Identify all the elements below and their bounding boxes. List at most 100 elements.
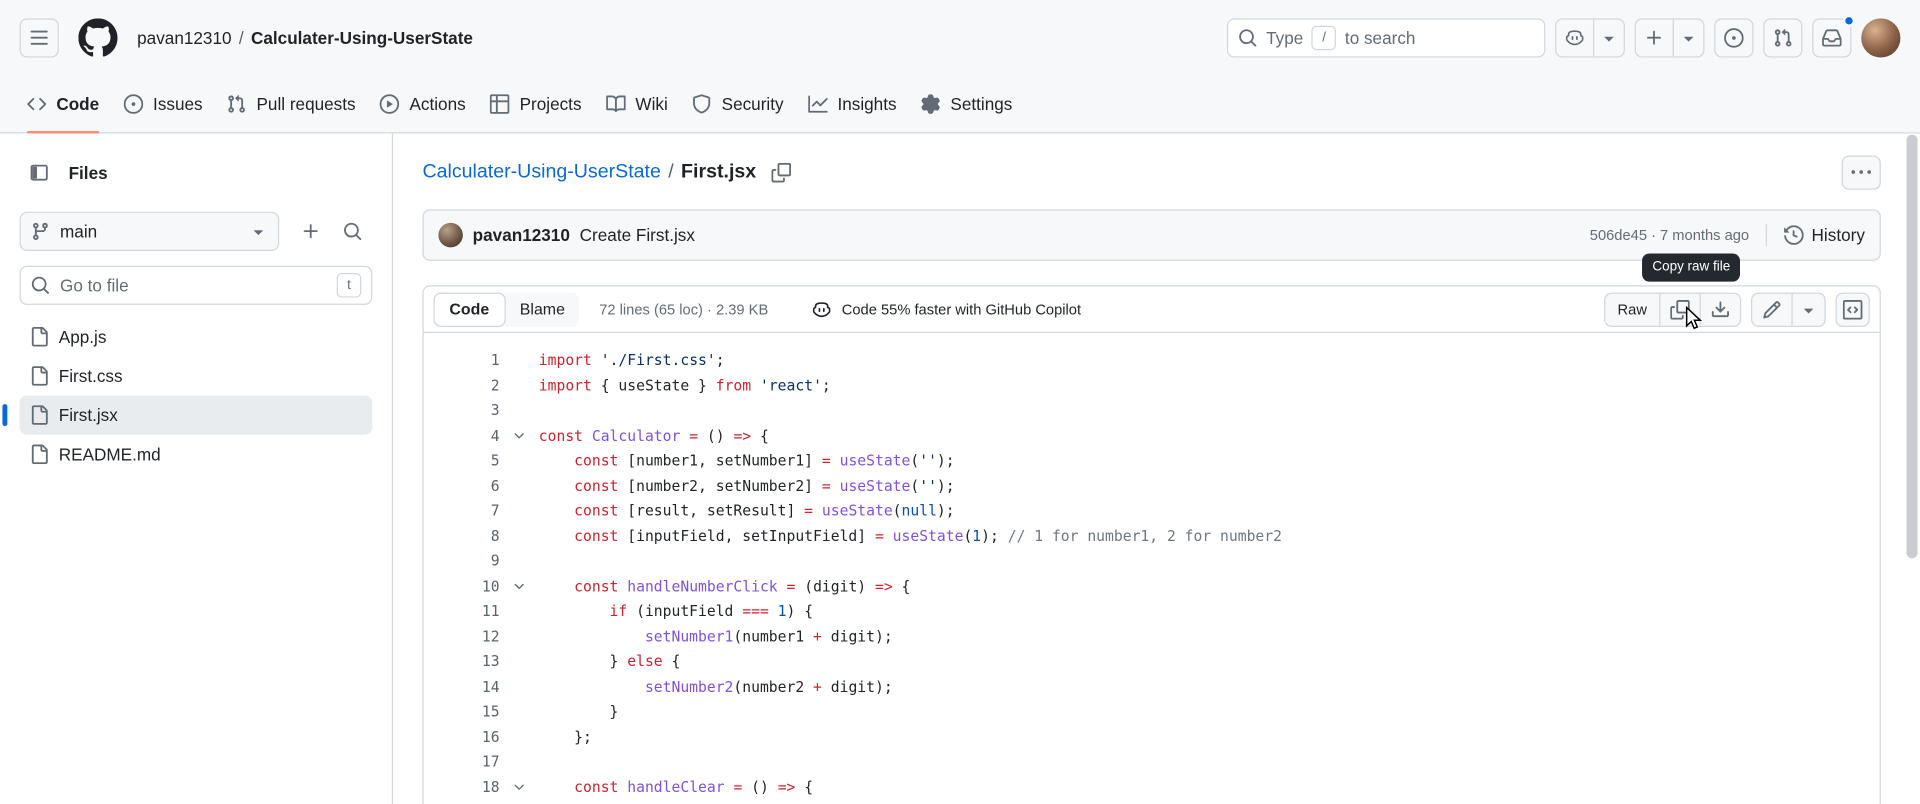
tab-settings[interactable]: Settings — [909, 76, 1025, 132]
fold-toggle[interactable] — [500, 780, 539, 795]
copy-path-button[interactable] — [770, 162, 791, 183]
issues-dashboard-button[interactable] — [1714, 18, 1754, 58]
breadcrumb-owner-link[interactable]: pavan12310 — [137, 28, 231, 48]
line-number[interactable]: 10 — [424, 574, 500, 599]
line-number[interactable]: 11 — [424, 599, 500, 624]
book-icon — [606, 95, 626, 113]
edit-file-button[interactable] — [1752, 293, 1791, 325]
code-tab[interactable]: Code — [433, 292, 506, 327]
user-avatar[interactable] — [1861, 18, 1901, 58]
tab-label: Actions — [409, 94, 466, 114]
tab-issues[interactable]: Issues — [111, 76, 214, 132]
line-number[interactable]: 15 — [424, 699, 500, 724]
file-breadcrumb-filename: First.jsx — [681, 161, 757, 183]
history-label: History — [1811, 225, 1865, 245]
collapse-sidebar-button[interactable] — [20, 153, 59, 192]
raw-button[interactable]: Raw — [1605, 293, 1659, 325]
line-number[interactable]: 14 — [424, 674, 500, 699]
line-number[interactable]: 4 — [424, 423, 500, 448]
copilot-icon — [813, 301, 831, 317]
file-tree-item-first.jsx[interactable]: First.jsx — [2, 395, 373, 435]
chevron-down-icon — [514, 432, 524, 439]
code-text: const handleClear = () => { — [574, 778, 814, 796]
blame-tab[interactable]: Blame — [505, 292, 580, 326]
git-pull-request-icon — [228, 95, 246, 113]
line-number[interactable]: 8 — [424, 523, 500, 548]
line-number[interactable]: 1 — [424, 348, 500, 373]
t-key-hint: t — [336, 273, 362, 298]
line-number[interactable]: 5 — [424, 448, 500, 473]
line-number[interactable]: 18 — [424, 774, 500, 799]
tab-insights[interactable]: Insights — [796, 76, 909, 132]
code-text: }; — [538, 727, 592, 746]
tab-pull-requests[interactable]: Pull requests — [215, 76, 368, 132]
tab-label: Insights — [837, 94, 897, 114]
tab-security[interactable]: Security — [680, 76, 796, 132]
file-view: Calculater-Using-UserState / First.jsx p… — [393, 133, 1920, 804]
fold-toggle[interactable] — [500, 428, 539, 443]
tab-projects[interactable]: Projects — [478, 76, 594, 132]
search-placeholder-pre: Type — [1266, 28, 1304, 48]
line-number[interactable]: 12 — [424, 624, 500, 649]
scrollbar[interactable] — [1906, 134, 1918, 559]
tab-code[interactable]: Code — [15, 76, 112, 134]
code-line: 17 — [424, 749, 1880, 774]
line-number[interactable]: 13 — [424, 649, 500, 674]
code-line: 11 if (inputField === 1) { — [424, 599, 1880, 624]
code-line: 5 const [number1, setNumber1] = useState… — [424, 448, 1880, 473]
github-header: pavan12310 / Calculater-Using-UserState … — [0, 0, 1920, 134]
line-number[interactable]: 3 — [424, 398, 500, 423]
copilot-button[interactable] — [1555, 18, 1625, 58]
commit-author-avatar[interactable] — [438, 222, 463, 248]
mouse-cursor-icon — [1685, 306, 1703, 330]
graph-icon — [808, 95, 828, 113]
go-to-file-placeholder: Go to file — [60, 275, 129, 296]
commit-message-link[interactable]: Create First.jsx — [580, 225, 695, 245]
line-number[interactable]: 6 — [424, 473, 500, 498]
code-line: 6 const [number2, setNumber2] = useState… — [424, 473, 1880, 498]
repo-nav: Code Issues Pull requests Actions Projects Wi… — [0, 76, 1920, 134]
symbols-panel-button[interactable] — [1835, 292, 1870, 327]
hamburger-menu-button[interactable] — [19, 18, 59, 58]
line-number[interactable]: 16 — [424, 724, 500, 749]
tab-wiki[interactable]: Wiki — [594, 76, 680, 132]
create-new-button[interactable] — [1634, 18, 1705, 58]
fold-toggle[interactable] — [500, 579, 539, 594]
add-file-button[interactable] — [291, 212, 330, 251]
code-line: 4 const Calculator = () => { — [424, 423, 1880, 448]
triangle-down-icon — [1604, 36, 1614, 42]
kebab-horizontal-icon — [1851, 170, 1872, 174]
more-options-button[interactable] — [1841, 155, 1881, 190]
line-number[interactable]: 7 — [424, 498, 500, 523]
code-line: 2 import { useState } from 'react'; — [424, 373, 1880, 398]
edit-dropdown-button[interactable] — [1791, 293, 1824, 326]
breadcrumb-separator: / — [238, 28, 244, 48]
tab-actions[interactable]: Actions — [368, 76, 478, 132]
code-blame-switch: Code Blame — [433, 292, 580, 327]
gear-icon — [921, 94, 940, 114]
file-tree-item-first.css[interactable]: First.css — [20, 356, 373, 395]
commit-author-link[interactable]: pavan12310 — [473, 225, 570, 245]
copilot-banner[interactable]: Code 55% faster with GitHub Copilot — [812, 299, 1081, 319]
tab-label: Security — [721, 94, 784, 114]
file-breadcrumb-repo-link[interactable]: Calculater-Using-UserState — [422, 162, 660, 184]
code-text: setNumber1(number1 + digit); — [644, 627, 893, 645]
notifications-inbox-button[interactable] — [1812, 14, 1856, 58]
header-breadcrumb: pavan12310 / Calculater-Using-UserState — [137, 28, 473, 48]
code-text: } else { — [538, 652, 681, 670]
search-files-button[interactable] — [333, 212, 372, 251]
go-to-file-input[interactable]: Go to file t — [19, 265, 373, 305]
history-button[interactable]: History — [1784, 225, 1865, 245]
global-search-input[interactable]: Type / to search — [1226, 18, 1546, 58]
download-raw-button[interactable] — [1699, 293, 1740, 326]
line-number[interactable]: 17 — [424, 749, 500, 774]
breadcrumb-repo-link[interactable]: Calculater-Using-UserState — [251, 28, 473, 48]
line-number[interactable]: 2 — [424, 373, 500, 398]
line-number[interactable]: 9 — [424, 549, 500, 574]
github-logo[interactable] — [78, 18, 118, 57]
code-container: Copy raw file Code Blame 72 lines (65 lo… — [422, 253, 1881, 804]
file-tree-item-readme.md[interactable]: README.md — [20, 435, 373, 474]
branch-selector[interactable]: main — [19, 211, 280, 252]
file-tree-item-app.js[interactable]: App.js — [20, 317, 373, 356]
pull-requests-dashboard-button[interactable] — [1763, 18, 1803, 58]
